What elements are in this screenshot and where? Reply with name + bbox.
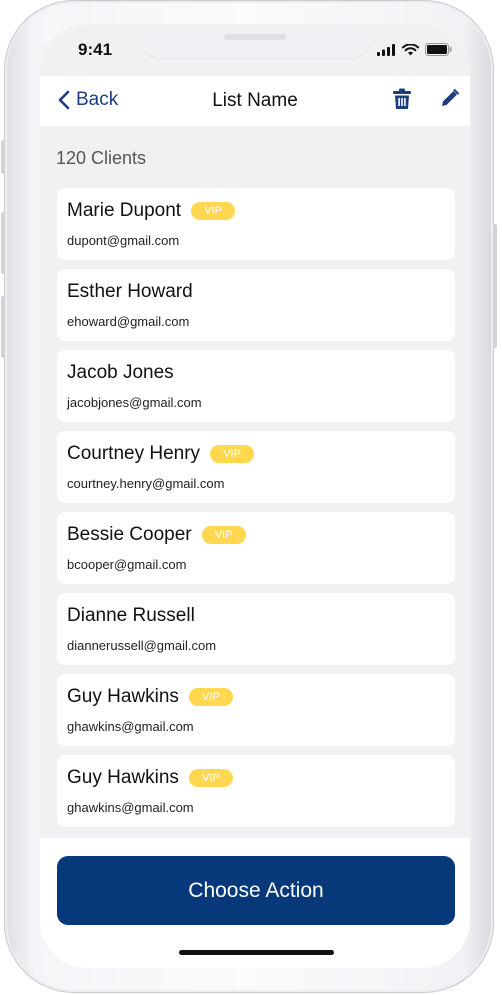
choose-action-button[interactable]: Choose Action <box>57 856 455 925</box>
nav-bar: Back List Name <box>40 76 470 126</box>
client-name: Dianne Russell <box>67 605 195 626</box>
client-email: diannerussell@gmail.com <box>67 638 217 653</box>
client-email: bcooper@gmail.com <box>67 557 187 572</box>
power-button <box>493 224 497 348</box>
client-card[interactable]: Guy Hawkins VIP ghawkins@gmail.com <box>57 755 455 827</box>
edit-button[interactable] <box>441 89 459 112</box>
volume-up-button <box>1 212 5 274</box>
client-card[interactable]: Dianne Russell diannerussell@gmail.com <box>57 593 455 665</box>
delete-button[interactable] <box>393 88 411 115</box>
client-card[interactable]: Esther Howard ehoward@gmail.com <box>57 269 455 341</box>
client-card[interactable]: Jacob Jones jacobjones@gmail.com <box>57 350 455 422</box>
client-card[interactable]: Bessie Cooper VIP bcooper@gmail.com <box>57 512 455 584</box>
client-email: courtney.henry@gmail.com <box>67 476 225 491</box>
client-name: Marie Dupont <box>67 200 182 221</box>
client-name: Courtney Henry <box>67 443 201 464</box>
client-name: Guy Hawkins <box>67 767 179 788</box>
vip-badge: VIP <box>188 688 233 706</box>
client-email: dupont@gmail.com <box>67 233 180 248</box>
trash-icon <box>393 88 411 109</box>
bottom-action-bar: Choose Action <box>40 838 470 968</box>
client-card[interactable]: Guy Hawkins VIP ghawkins@gmail.com <box>57 674 455 746</box>
volume-down-button <box>1 296 5 358</box>
client-email: ghawkins@gmail.com <box>67 719 194 734</box>
pencil-icon <box>442 89 459 106</box>
vip-badge: VIP <box>191 202 236 220</box>
phone-frame: 9:41 Back List Name 120 Clients Marie Du… <box>1 0 497 993</box>
vip-badge: VIP <box>188 769 233 787</box>
client-count: 120 Clients <box>56 148 147 168</box>
status-bar: 9:41 <box>40 24 470 76</box>
status-time: 9:41 <box>78 40 113 59</box>
client-name: Esther Howard <box>67 281 193 302</box>
vip-badge: VIP <box>201 526 246 544</box>
screen: 9:41 Back List Name 120 Clients Marie Du… <box>40 24 470 968</box>
cellular-signal-icon <box>377 43 395 56</box>
status-icons <box>377 43 452 56</box>
client-name: Bessie Cooper <box>67 524 192 545</box>
wifi-icon <box>402 43 419 55</box>
client-card[interactable]: Marie Dupont VIP dupont@gmail.com <box>57 188 455 260</box>
client-name: Guy Hawkins <box>67 686 179 707</box>
client-card[interactable]: Courtney Henry VIP courtney.henry@gmail.… <box>57 431 455 503</box>
vip-badge: VIP <box>210 445 255 463</box>
client-email: jacobjones@gmail.com <box>67 395 202 410</box>
client-name: Jacob Jones <box>67 362 174 383</box>
mute-switch <box>1 140 5 174</box>
home-indicator <box>179 950 334 955</box>
client-email: ghawkins@gmail.com <box>67 800 194 815</box>
client-email: ehoward@gmail.com <box>67 314 190 329</box>
battery-icon <box>425 43 452 56</box>
